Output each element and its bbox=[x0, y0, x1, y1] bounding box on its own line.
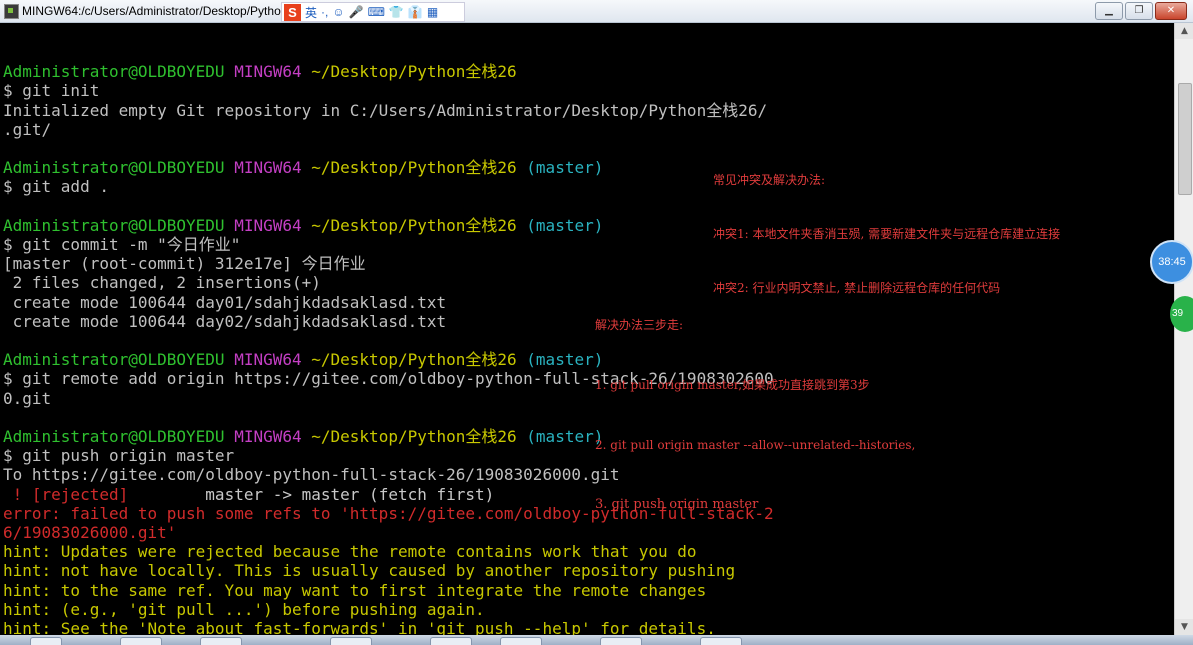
taskbar-item[interactable] bbox=[600, 637, 642, 645]
terminal-segment: master -> master (fetch first) bbox=[128, 484, 495, 504]
toolbox-icon[interactable]: ▦ bbox=[427, 5, 438, 19]
terminal-segment: hint: See the 'Note about fast-forwards'… bbox=[3, 619, 716, 635]
note-line: 3. git push origin master bbox=[595, 497, 759, 512]
ime-mode-toggle[interactable]: 英 bbox=[305, 4, 317, 21]
terminal-line: Administrator@OLDBOYEDU MINGW64 ~/Deskto… bbox=[3, 158, 774, 177]
taskbar-item[interactable] bbox=[700, 637, 742, 645]
terminal-segment: Administrator@OLDBOYEDU bbox=[3, 427, 225, 447]
terminal-area[interactable]: Administrator@OLDBOYEDU MINGW64 ~/Deskto… bbox=[0, 23, 1174, 635]
taskbar-item[interactable] bbox=[200, 637, 242, 645]
terminal-segment: ~/Desktop/Python全栈26 bbox=[301, 158, 517, 178]
terminal-segment: (master) bbox=[516, 427, 604, 447]
terminal-segment: ! [rejected] bbox=[3, 484, 129, 504]
taskbar-item[interactable] bbox=[330, 637, 372, 645]
microphone-icon[interactable]: 🎤 bbox=[349, 5, 364, 19]
terminal-line: [master (root-commit) 312e17e] 今日作业 bbox=[3, 254, 366, 274]
emoji-icon[interactable]: ☺ bbox=[332, 5, 344, 19]
solution-steps: 解决办法三步走: 1. git pull origin master,如果成功直… bbox=[595, 275, 915, 555]
terminal-segment: MINGW64 bbox=[224, 427, 302, 447]
terminal-segment: hint: to the same ref. You may want to f… bbox=[3, 580, 707, 600]
terminal-segment: ~/Desktop/Python全栈26 bbox=[301, 350, 517, 370]
terminal-segment: MINGW64 bbox=[224, 158, 302, 178]
close-button[interactable]: ✕ bbox=[1155, 2, 1187, 20]
taskbar bbox=[0, 635, 1193, 645]
note-line: 2. git pull origin master --allow--unrel… bbox=[595, 438, 916, 452]
terminal-segment: (master) bbox=[516, 158, 604, 178]
terminal-line: $ git add . bbox=[3, 177, 109, 197]
ime-toolbar[interactable]: S 英 ·, ☺ 🎤 ⌨ 👕 👔 ▦ bbox=[281, 2, 465, 22]
terminal-line: $ git init bbox=[3, 81, 100, 101]
terminal-segment: MINGW64 bbox=[224, 62, 302, 82]
terminal-line: .git/ bbox=[3, 119, 52, 139]
window-controls: ▁ ❐ ✕ bbox=[1095, 2, 1187, 20]
taskbar-item[interactable] bbox=[500, 637, 542, 645]
taskbar-item[interactable] bbox=[430, 637, 472, 645]
shirt-icon[interactable]: 👔 bbox=[408, 5, 423, 19]
terminal-segment: ~/Desktop/Python全栈26 bbox=[301, 62, 517, 82]
terminal-segment: ~/Desktop/Python全栈26 bbox=[301, 215, 517, 235]
terminal-line: hint: to the same ref. You may want to f… bbox=[3, 581, 774, 600]
terminal-line: hint: (e.g., 'git pull ...') before push… bbox=[3, 600, 774, 619]
terminal-segment: MINGW64 bbox=[224, 215, 302, 235]
terminal-segment: hint: (e.g., 'git pull ...') before push… bbox=[3, 599, 485, 619]
minimize-button[interactable]: ▁ bbox=[1095, 2, 1123, 20]
window-title: MINGW64:/c/Users/Administrator/Desktop/P… bbox=[22, 4, 288, 18]
terminal-segment: MINGW64 bbox=[224, 350, 302, 370]
terminal-segment: Administrator@OLDBOYEDU bbox=[3, 350, 225, 370]
terminal-segment: Administrator@OLDBOYEDU bbox=[3, 62, 225, 82]
terminal-segment: hint: not have locally. This is usually … bbox=[3, 561, 736, 581]
terminal-segment: ~/Desktop/Python全栈26 bbox=[301, 427, 517, 447]
terminal-segment: (master) bbox=[516, 350, 604, 370]
note-line: 解决办法三步走: bbox=[595, 318, 684, 332]
terminal-line: Initialized empty Git repository in C:/U… bbox=[3, 100, 768, 120]
mingw-app-icon bbox=[4, 4, 19, 19]
terminal-segment: Administrator@OLDBOYEDU bbox=[3, 158, 225, 178]
terminal-segment: (master) bbox=[516, 215, 604, 235]
terminal-segment: hint: Updates were rejected because the … bbox=[3, 542, 697, 562]
keyboard-icon[interactable]: ⌨ bbox=[368, 5, 385, 19]
note-line: 冲突1: 本地文件夹香消玉殒, 需要新建文件夹与远程仓库建立连接 bbox=[713, 227, 1061, 241]
scroll-down-icon[interactable]: ▼ bbox=[1175, 619, 1193, 635]
note-line: 1. git pull origin master,如果成功直接跳到第3步 bbox=[595, 378, 870, 392]
punctuation-icon[interactable]: ·, bbox=[321, 5, 328, 19]
terminal-segment: Administrator@OLDBOYEDU bbox=[3, 215, 225, 235]
note-line: 常见冲突及解决办法: bbox=[713, 173, 826, 187]
restore-button[interactable]: ❐ bbox=[1125, 2, 1153, 20]
terminal-line: Administrator@OLDBOYEDU MINGW64 ~/Deskto… bbox=[3, 62, 774, 81]
title-bar[interactable]: MINGW64:/c/Users/Administrator/Desktop/P… bbox=[0, 0, 1193, 23]
floating-clock-widget[interactable]: 38:45 bbox=[1150, 240, 1193, 284]
terminal-window: MINGW64:/c/Users/Administrator/Desktop/P… bbox=[0, 0, 1193, 645]
floating-badge-widget[interactable]: 39 bbox=[1170, 296, 1193, 332]
scroll-up-icon[interactable]: ▲ bbox=[1175, 23, 1193, 39]
terminal-line: hint: not have locally. This is usually … bbox=[3, 561, 774, 580]
scroll-thumb[interactable] bbox=[1178, 83, 1192, 195]
taskbar-item[interactable] bbox=[120, 637, 162, 645]
taskbar-item[interactable] bbox=[30, 637, 62, 645]
terminal-line: hint: See the 'Note about fast-forwards'… bbox=[3, 619, 774, 635]
terminal-line: $ git commit -m "今日作业" bbox=[3, 235, 241, 255]
terminal-segment: 6/19083026000.git' bbox=[3, 523, 177, 543]
sogou-logo-icon[interactable]: S bbox=[284, 3, 301, 21]
terminal-line: Administrator@OLDBOYEDU MINGW64 ~/Deskto… bbox=[3, 216, 774, 235]
skin-icon[interactable]: 👕 bbox=[389, 5, 404, 19]
